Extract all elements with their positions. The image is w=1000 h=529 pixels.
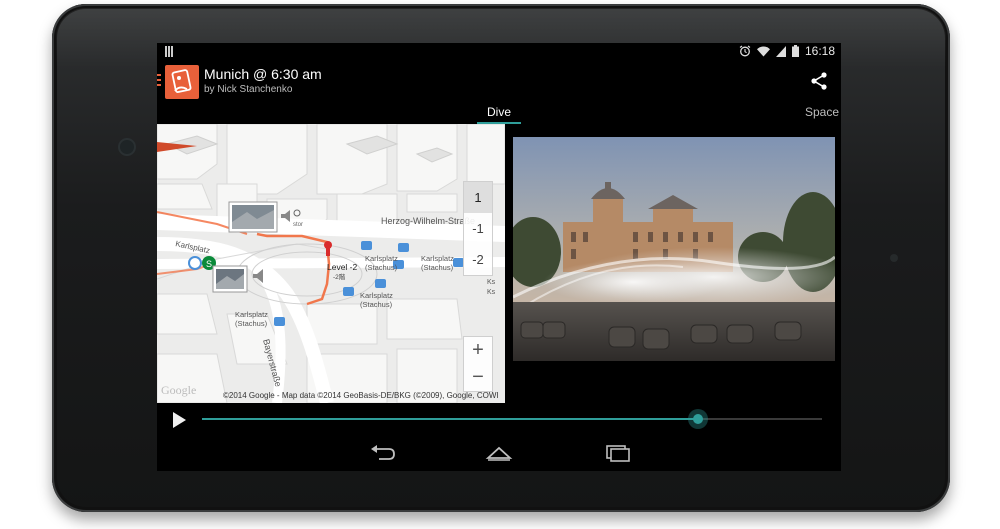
map-label-ks-2: Ks: [487, 289, 496, 296]
system-nav-bar: [157, 435, 841, 471]
action-bar: Munich @ 6:30 am by Nick Stanchenko: [157, 61, 841, 103]
map-label-stachus-bottom: (Stachus): [235, 319, 268, 328]
map-attribution[interactable]: ©2014 Google - Map data ©2014 GeoBasis-D…: [223, 391, 499, 400]
map-label-ks: Ks: [487, 279, 496, 286]
map-label-herzog: Herzog-Wilhelm-Straße: [381, 216, 475, 226]
notification-icon: [165, 46, 174, 57]
zoom-controls: + −: [463, 336, 493, 392]
level-button-minus-2[interactable]: -2: [464, 244, 492, 275]
light-sensor: [890, 254, 898, 262]
level-button-minus-1[interactable]: -1: [464, 213, 492, 244]
home-icon[interactable]: [485, 443, 513, 463]
map-label-karlsplatz-bottom: Karlsplatz: [235, 310, 268, 319]
seek-thumb[interactable]: [688, 409, 708, 429]
screen: 16:18 Munich @ 6:30 am by Nick Stanchenk…: [157, 43, 841, 471]
map-label-stachus-3: (Stachus): [360, 300, 393, 309]
share-icon[interactable]: [809, 71, 829, 91]
status-time: 16:18: [804, 44, 835, 58]
story-title: Munich @ 6:30 am: [204, 66, 322, 82]
map-level-sub: -2階: [333, 272, 346, 281]
map-label-karlsplatz-1: Karlsplatz: [365, 254, 398, 263]
map-view[interactable]: S Herzog-Wilhelm-Straße Karlsplatz Karls…: [157, 124, 505, 403]
tab-bar: Dive Space: [157, 103, 841, 125]
level-picker: 1 -1 -2: [463, 181, 493, 276]
seek-bar[interactable]: [202, 409, 822, 429]
svg-text:S: S: [206, 259, 212, 269]
app-logo-icon[interactable]: [165, 65, 199, 99]
story-author: by Nick Stanchenko: [204, 84, 293, 95]
google-logo: Google: [161, 383, 197, 397]
zoom-in-button[interactable]: +: [464, 337, 492, 364]
seek-bar-progress: [202, 418, 698, 420]
tab-space[interactable]: Space: [805, 105, 839, 119]
map-label-stor: stor: [293, 222, 303, 228]
back-icon[interactable]: [369, 443, 397, 463]
map-label-karlsplatz-2: Karlsplatz: [421, 254, 454, 263]
map-label-stachus-1: (Stachus): [365, 263, 398, 272]
map-label-karlsplatz-3: Karlsplatz: [360, 291, 393, 300]
wifi-icon: [756, 46, 770, 56]
status-bar: 16:18: [157, 43, 841, 61]
level-button-1[interactable]: 1: [464, 182, 492, 213]
signal-icon: [775, 45, 786, 57]
alarm-icon: [739, 45, 751, 57]
zoom-out-button[interactable]: −: [464, 364, 492, 391]
map-label-stachus-2: (Stachus): [421, 263, 454, 272]
drawer-indicator-icon[interactable]: [157, 74, 161, 88]
photo-view[interactable]: [513, 137, 835, 361]
map-level-marker: Level -2: [327, 262, 358, 272]
front-camera: [118, 138, 136, 156]
battery-icon: [791, 45, 799, 57]
playback-bar: [157, 403, 841, 435]
recents-icon[interactable]: [603, 443, 631, 463]
tab-dive[interactable]: Dive: [477, 105, 521, 119]
play-icon[interactable]: [171, 411, 187, 429]
